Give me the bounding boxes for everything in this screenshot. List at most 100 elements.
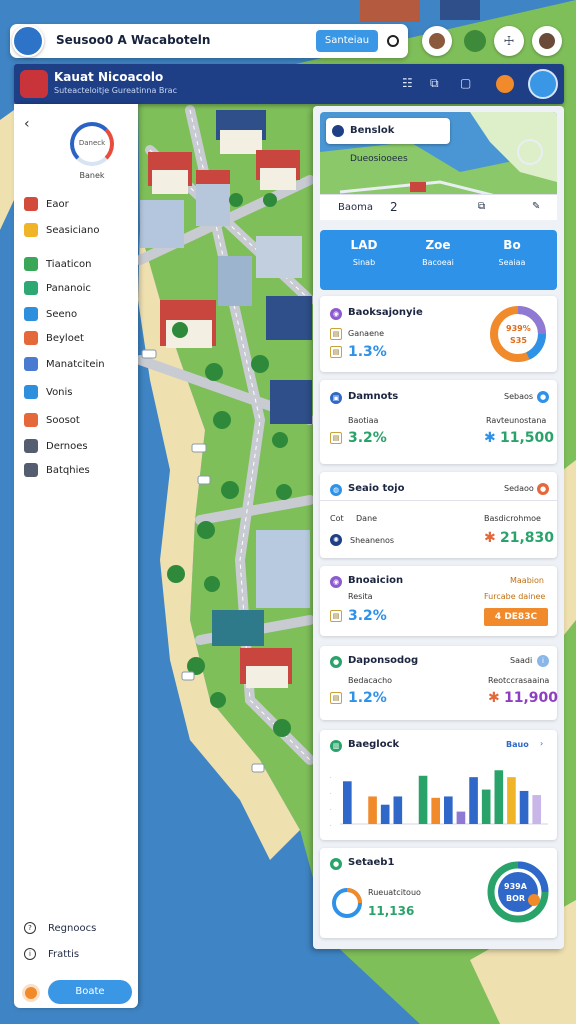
right-label: Ravteunostana <box>486 416 547 425</box>
card-bnoaicion[interactable]: ◉ Bnoaicion Maabion Resita Furcabe daine… <box>320 566 557 636</box>
quick-action-icon: Bo <box>503 238 521 252</box>
gauge-sublabel: Banek <box>79 171 105 180</box>
sidebar-item-soosot[interactable]: Soosot <box>24 412 80 428</box>
leaf-icon <box>24 257 38 271</box>
settings-icon[interactable] <box>22 984 40 1002</box>
metric-value: 1.2% <box>348 690 387 706</box>
search-button[interactable]: Santeiau <box>316 30 378 52</box>
sidebar-item-label: Tiaaticon <box>46 258 92 270</box>
donut-subvalue: BOR <box>506 894 526 903</box>
sidebar-item-label: Vonis <box>46 386 73 398</box>
pin-icon: ● <box>537 391 549 403</box>
sidebar-item-eaor[interactable]: Eaor <box>24 196 69 212</box>
notification-icon[interactable] <box>496 75 514 93</box>
metric-value: 3.2% <box>348 430 387 446</box>
card-damnots[interactable]: ▣ Damnots Sebaos ● Baotiaa Ravteunostana… <box>320 380 557 464</box>
donut-value: 939% <box>506 324 531 333</box>
sidebar-item-label: Eaor <box>46 198 69 210</box>
card-setaeb1[interactable]: ● Setaeb1 Rueuatcitouo 11,136 939A BOR <box>320 848 557 938</box>
share-icon[interactable]: ☩ <box>494 26 524 56</box>
layers-icon[interactable]: ⧉ <box>430 76 439 91</box>
card-seaio-tojo[interactable]: ◍ Seaio tojo Sedaoo ● Cot Dane Basdicroh… <box>320 472 557 558</box>
card-title: Setaeb1 <box>348 857 395 868</box>
card-tag: Sedaoo <box>504 484 534 493</box>
footer-label: Frattis <box>48 948 80 960</box>
sidebar-footer-frattis[interactable]: i Frattis <box>24 948 79 960</box>
profile-button[interactable] <box>528 69 558 99</box>
chevron-right-icon[interactable]: › <box>540 739 543 748</box>
edit-icon[interactable]: ✎ <box>532 201 540 212</box>
globe-icon: ◍ <box>330 484 342 496</box>
quick-action-zoe[interactable]: Zoe Bacoeai <box>406 238 470 267</box>
doc-icon: ▤ <box>330 432 342 444</box>
sidebar-item-label: Seeno <box>46 308 78 320</box>
sidebar-item-label: Manatcitein <box>46 358 105 370</box>
right-label: Furcabe dainee <box>484 592 546 601</box>
refresh-icon[interactable] <box>387 35 399 47</box>
sidebar-item-dernoes[interactable]: Dernoes <box>24 438 88 454</box>
info-icon <box>24 385 38 399</box>
avatar[interactable] <box>12 25 44 57</box>
bar-5 <box>393 796 403 824</box>
sidebar-action-button[interactable]: Boate <box>48 980 132 1004</box>
card-tag: Saadi <box>510 656 533 665</box>
card-title: Daponsodog <box>348 655 419 666</box>
card-baoksajonyie[interactable]: ◉ Baoksajonyie ▤ Ganaene ▤ 1.3% 939% S35 <box>320 296 557 372</box>
sidebar-item-vonis[interactable]: Vonis <box>24 384 73 400</box>
sidebar-item-tiaaticon[interactable]: Tiaaticon <box>24 256 92 272</box>
bar-12 <box>481 789 491 824</box>
sidebar-footer-regnoocs[interactable]: ? Regnoocs <box>24 922 96 934</box>
flag-icon <box>24 197 38 211</box>
top-search-bar: Seusoo0 A Wacaboteln Santeiau <box>10 24 408 58</box>
calendar-icon[interactable]: ☷ <box>402 76 413 90</box>
card-baeglock[interactable]: ▥ Baeglock Bauo › · · · · <box>320 730 557 840</box>
back-arrow-icon[interactable]: ‹ <box>24 116 30 132</box>
mini-map-tag: Dueosiooees <box>350 154 408 164</box>
sidebar-item-pananoic[interactable]: Pananoic <box>24 280 91 296</box>
sidebar-item-label: Dernoes <box>46 440 88 452</box>
leaf-icon: ● <box>330 858 342 870</box>
bar-9 <box>444 796 453 824</box>
sidebar-item-seasiciano[interactable]: Seasiciano <box>24 222 99 238</box>
metric-label: Resita <box>348 592 373 601</box>
metric-value: 3.2% <box>348 608 387 624</box>
donut-subvalue: S35 <box>510 336 527 345</box>
sidebar-item-beyloet[interactable]: Beyloet <box>24 330 84 346</box>
doc-icon: ▤ <box>330 610 342 622</box>
row-right-label: Basdicrohmoe <box>484 514 541 523</box>
bar-10 <box>456 811 466 824</box>
row-marker: Cot <box>330 514 344 523</box>
map-footer: Baoma 2 ⧉ ✎ <box>320 194 557 220</box>
sidebar-item-batqhies[interactable]: Batqhies <box>24 462 90 478</box>
map-footer-value: 2 <box>390 200 398 214</box>
quick-action-bo[interactable]: Bo Seaiaa <box>480 238 544 267</box>
card-tag: Bauo <box>506 740 529 749</box>
sidebar-item-manatcitein[interactable]: Manatcitein <box>24 356 105 372</box>
bookmark-icon <box>24 223 38 237</box>
profile-avatar[interactable] <box>422 26 452 56</box>
right-value-badge: 4 DE83C <box>484 608 548 626</box>
bar-11 <box>469 777 478 824</box>
layers-icon[interactable]: ⧉ <box>478 201 485 212</box>
help-icon: ? <box>24 922 36 934</box>
building-icon <box>24 357 38 371</box>
app-title: Seusoo0 A Wacaboteln <box>56 33 211 47</box>
card-tag: Maabion <box>510 576 544 585</box>
sidebar-item-label: Soosot <box>46 414 80 426</box>
sidebar-item-seeno[interactable]: Seeno <box>24 306 77 322</box>
card-daponsodog[interactable]: ● Daponsodog Saadi i Bedacacho Reotccras… <box>320 646 559 720</box>
hammer-icon <box>24 331 38 345</box>
card-title: Baeglock <box>348 739 400 750</box>
card-title: Baoksajonyie <box>348 307 423 318</box>
bar-7 <box>418 775 428 824</box>
donut-chart <box>490 306 547 362</box>
right-value: 11,900 <box>504 690 559 706</box>
mini-map-label: Benslok <box>326 118 450 144</box>
quick-action-icon: LAD <box>350 238 378 252</box>
user-avatar[interactable] <box>532 26 562 56</box>
y-tick-mark: · <box>330 807 332 813</box>
quick-action-lad[interactable]: LAD Sinab <box>332 238 396 267</box>
chat-icon[interactable]: ▢ <box>460 76 471 90</box>
leaf-icon: ● <box>330 656 342 668</box>
doc-icon: ▤ <box>330 692 342 704</box>
